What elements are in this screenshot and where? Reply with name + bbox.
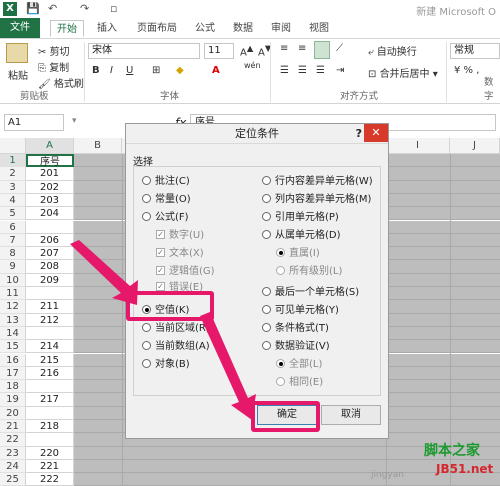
- highlight-blanks-box: [126, 291, 214, 321]
- watermark-jingyan: jingyan: [371, 470, 404, 480]
- watermark-site-name: 脚本之家: [424, 443, 480, 459]
- highlight-ok-box: [251, 401, 320, 432]
- annotation-arrows: [70, 240, 256, 420]
- arrow-to-ok: [200, 312, 256, 420]
- watermark-site-url: JB51.net: [436, 462, 494, 476]
